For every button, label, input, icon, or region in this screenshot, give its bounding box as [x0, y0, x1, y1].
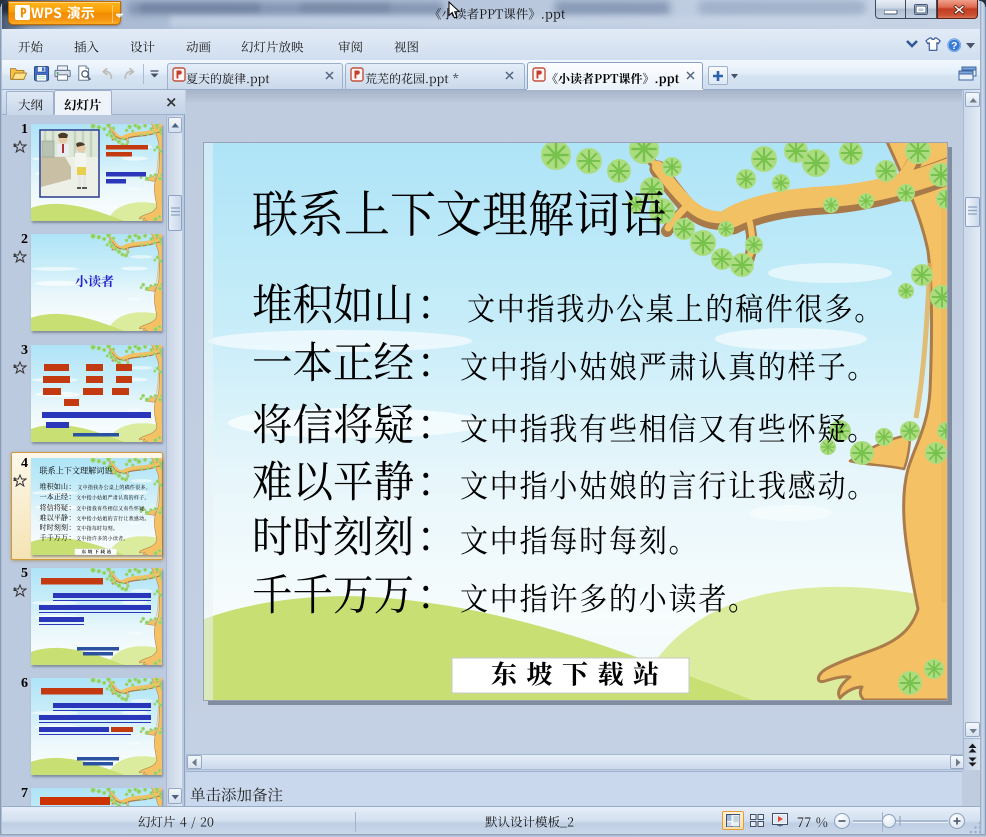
svg-text:?: ? — [951, 40, 957, 52]
